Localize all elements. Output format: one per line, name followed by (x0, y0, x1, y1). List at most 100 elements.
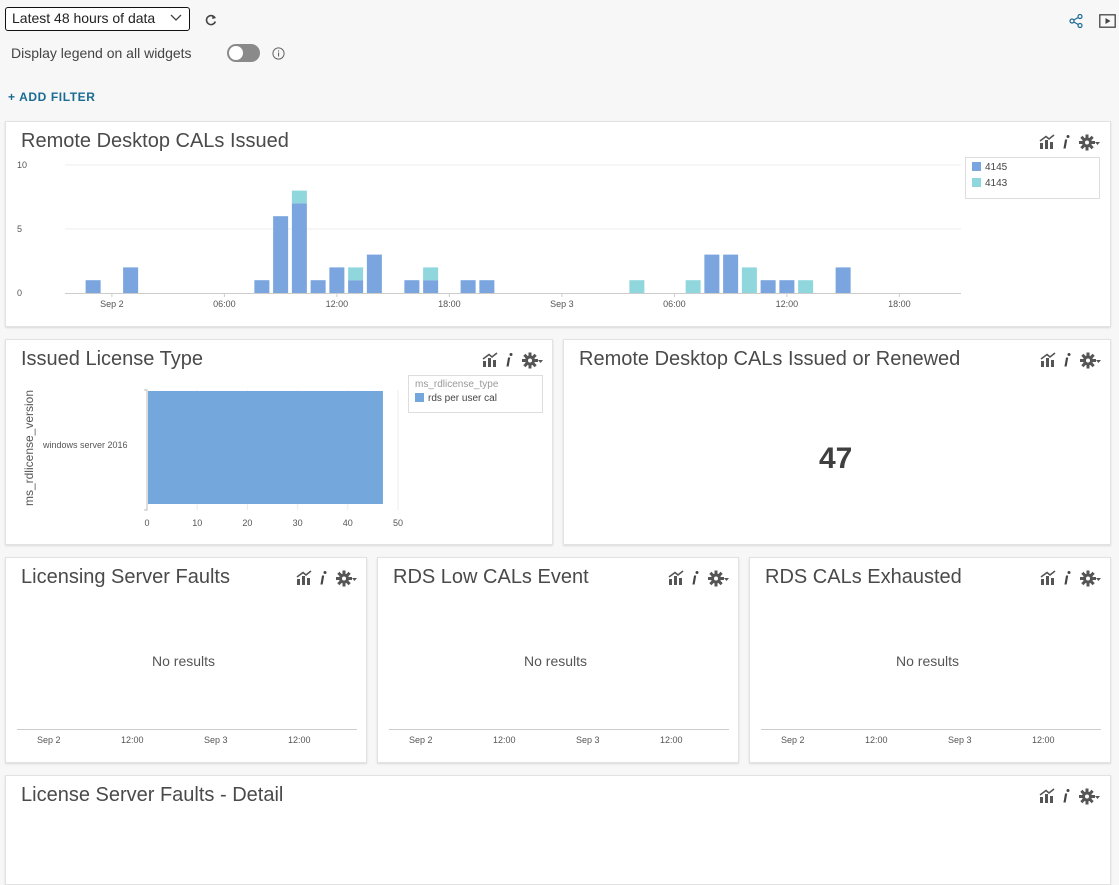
analytics-icon[interactable] (1040, 352, 1057, 368)
bar-series-4145[interactable] (254, 280, 270, 293)
x-tick-label: Sep 3 (948, 735, 972, 745)
info-icon[interactable] (320, 570, 328, 586)
empty-state-text: No results (524, 653, 588, 669)
bar-series-4145[interactable] (273, 216, 289, 293)
widget-cals-renewed: Remote Desktop CALs Issued or Renewed 47 (563, 339, 1111, 545)
info-icon[interactable] (1063, 788, 1071, 804)
analytics-icon[interactable] (1040, 570, 1057, 586)
widget-title: RDS Low CALs Event (393, 566, 589, 588)
bar-series-4145[interactable] (310, 280, 326, 293)
bar-series-4143[interactable] (629, 280, 645, 293)
bar-series-4143[interactable] (685, 280, 701, 293)
legend-toggle-label: Display legend on all widgets (11, 45, 192, 61)
x-tick-label: Sep 3 (550, 299, 574, 309)
x-tick-label: 12:00 (1032, 735, 1055, 745)
x-tick-label: 20 (242, 518, 252, 528)
x-tick-label: 12:00 (288, 735, 311, 745)
bar-series-4145[interactable] (704, 254, 720, 293)
x-tick-label: Sep 2 (37, 735, 61, 745)
bar-series-4145[interactable] (366, 254, 382, 293)
gear-icon[interactable] (1080, 352, 1102, 369)
widget-toolbar (668, 570, 732, 588)
x-axis-line (17, 729, 357, 730)
x-tick-label: Sep 2 (100, 299, 124, 309)
x-tick-label: 10 (192, 518, 202, 528)
x-tick-label: 50 (393, 518, 403, 528)
presentation-icon[interactable] (1099, 14, 1116, 28)
bar-series-4145[interactable] (123, 267, 139, 293)
x-axis-line (389, 729, 729, 730)
gear-icon[interactable] (1079, 788, 1101, 805)
analytics-icon[interactable] (668, 570, 685, 586)
x-axis-line (761, 729, 1101, 730)
bar-series-4145[interactable] (779, 280, 795, 293)
x-tick-label: 12:00 (660, 735, 683, 745)
info-circle-icon[interactable] (272, 47, 285, 60)
y-tick-label: 10 (17, 160, 27, 170)
analytics-icon[interactable] (296, 570, 313, 586)
widget-license-type: Issued License Type 0 10 20 30 40 50 windows s… (5, 339, 553, 545)
bar-series-4145[interactable] (291, 203, 307, 293)
gear-icon[interactable] (336, 570, 358, 587)
y-category-label: windows server 2016 (42, 440, 128, 450)
time-range-select[interactable]: Latest 48 hours of data (5, 7, 190, 31)
x-tick-label: 12:00 (865, 735, 888, 745)
bar-series-4145[interactable] (329, 267, 345, 293)
info-icon[interactable] (1064, 570, 1072, 586)
widget-faults-detail: License Server Faults - Detail (5, 775, 1111, 885)
legend-item-4145[interactable]: 4145 (972, 162, 1007, 173)
analytics-icon[interactable] (1039, 788, 1056, 804)
info-icon[interactable] (1064, 352, 1072, 368)
widget-toolbar (296, 570, 360, 588)
gear-icon[interactable] (1080, 570, 1102, 587)
share-icon[interactable] (1068, 13, 1084, 29)
bar-series-4145[interactable] (760, 280, 776, 293)
bar-series-4145[interactable] (85, 280, 101, 293)
gear-icon[interactable] (708, 570, 730, 587)
time-range-value: Latest 48 hours of data (12, 10, 156, 26)
widget-cals-issued: Remote Desktop CALs Issued 10 5 0 Sep 2 06:0… (5, 121, 1111, 327)
x-tick-label: Sep 2 (781, 735, 805, 745)
y-axis-line (144, 389, 148, 511)
bar-series-4145[interactable] (460, 280, 476, 293)
bar-series-4143[interactable] (423, 267, 439, 281)
x-tick-label: 12:00 (776, 299, 799, 309)
chart-legend: 4145 4143 (965, 157, 1100, 199)
legend-toggle[interactable] (227, 44, 260, 62)
bar-series-4143[interactable] (348, 267, 364, 281)
cals-issued-chart: 10 5 0 Sep 2 06:00 12:00 18:00 Sep 3 06:00 12:00 1… (17, 160, 961, 309)
widget-toolbar (1040, 352, 1104, 370)
widget-title: RDS CALs Exhausted (765, 566, 962, 588)
bar-series-4145[interactable] (723, 254, 739, 293)
bar-series-4143[interactable] (798, 280, 814, 293)
x-tick-label: 12:00 (326, 299, 349, 309)
x-tick-label: Sep 2 (409, 735, 433, 745)
bar-series-4145[interactable] (404, 280, 420, 293)
refresh-icon[interactable] (204, 13, 218, 27)
widget-title: License Server Faults - Detail (21, 784, 284, 806)
empty-state-text: No results (152, 653, 216, 669)
x-tick-label: 18:00 (438, 299, 461, 309)
x-tick-label: 12:00 (493, 735, 516, 745)
x-tick-label: Sep 3 (576, 735, 600, 745)
bar-series-4145[interactable] (423, 280, 439, 293)
legend-item-rds-per-user-cal[interactable]: rds per user cal (415, 393, 497, 404)
x-tick-label: 40 (343, 518, 353, 528)
metric-value: 47 (819, 442, 853, 475)
x-tick-label: 30 (293, 518, 303, 528)
widget-title: Remote Desktop CALs Issued or Renewed (579, 348, 961, 370)
widget-cals-exhausted: RDS CALs Exhausted No results Sep 2 12:0… (749, 557, 1111, 763)
y-tick-label: 5 (17, 224, 22, 234)
legend-item-4143[interactable]: 4143 (972, 178, 1007, 189)
bar-series-4145[interactable] (479, 280, 495, 293)
bar-series-4145[interactable] (835, 267, 851, 293)
bar-series-4143[interactable] (291, 190, 307, 204)
info-icon[interactable] (692, 570, 700, 586)
add-filter-link[interactable]: + ADD FILTER (8, 90, 96, 104)
bar-series-4145[interactable] (348, 280, 364, 293)
x-tick-label: Sep 3 (204, 735, 228, 745)
bar-series-4143[interactable] (741, 267, 757, 293)
bar-rds-per-user-cal[interactable] (148, 391, 383, 504)
y-tick-label: 0 (17, 288, 22, 298)
legend-title: ms_rdlicense_type (415, 379, 499, 390)
